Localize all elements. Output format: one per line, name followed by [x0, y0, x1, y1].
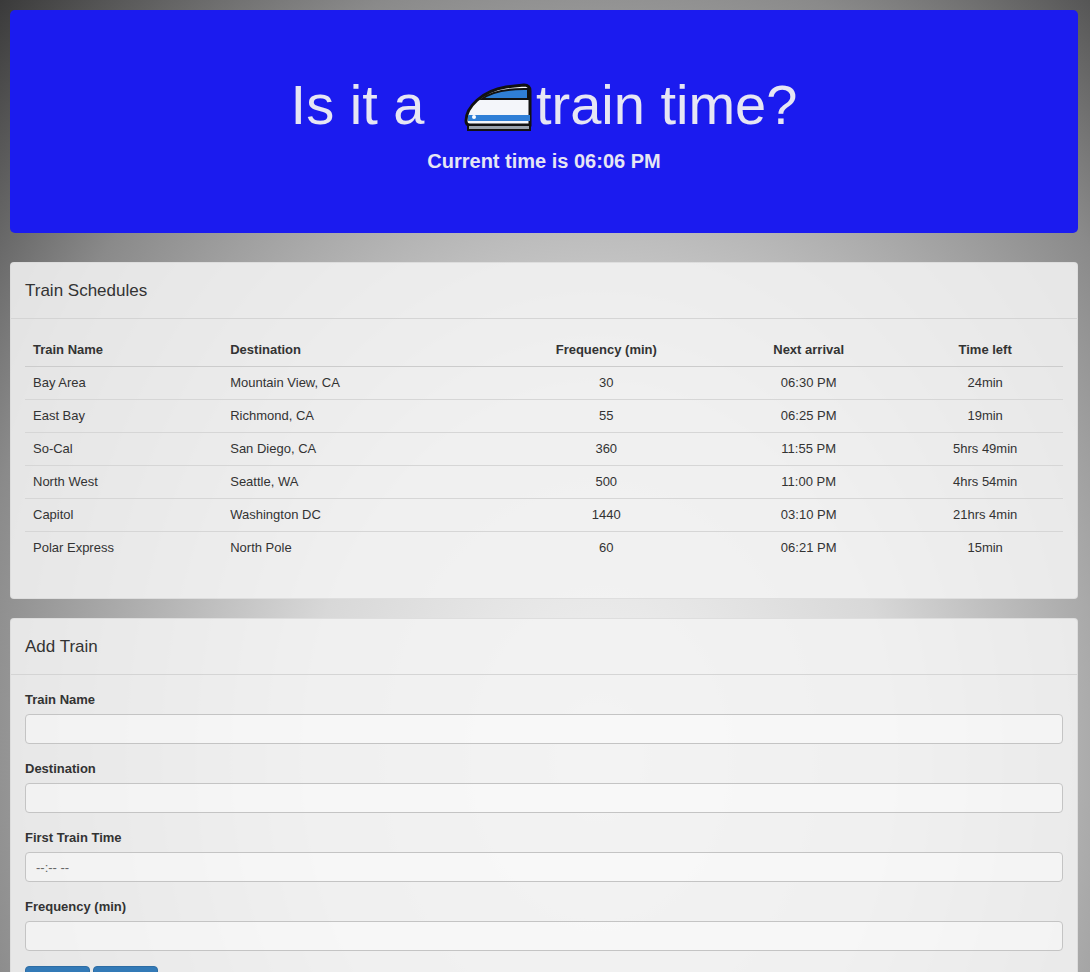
form-button[interactable] — [25, 966, 90, 972]
cell: 4hrs 54min — [907, 465, 1063, 498]
column-header: Time left — [907, 334, 1063, 366]
table-row: East BayRichmond, CA5506:25 PM19min — [25, 399, 1063, 432]
column-header: Destination — [222, 334, 502, 366]
form-field: Frequency (min) — [25, 897, 1063, 951]
table-row: Polar ExpressNorth Pole6006:21 PM15min — [25, 531, 1063, 564]
field-label: Train Name — [25, 690, 1063, 709]
cell: 30 — [502, 366, 710, 399]
cell: 06:30 PM — [710, 366, 907, 399]
table-row: Bay AreaMountain View, CA3006:30 PM24min — [25, 366, 1063, 399]
text-input[interactable] — [25, 921, 1063, 951]
cell: 19min — [907, 399, 1063, 432]
cell: Bay Area — [25, 366, 222, 399]
field-label: Frequency (min) — [25, 897, 1063, 916]
cell: 15min — [907, 531, 1063, 564]
cell: 55 — [502, 399, 710, 432]
cell: East Bay — [25, 399, 222, 432]
cell: 360 — [502, 432, 710, 465]
column-header: Train Name — [25, 334, 222, 366]
cell: Seattle, WA — [222, 465, 502, 498]
add-train-panel: Add Train Train Name Destination First Trai… — [10, 618, 1078, 972]
station-photo-background: Is it a train time? Current time is 06:06… — [0, 0, 1090, 972]
field-label: First Train Time — [25, 828, 1063, 847]
schedule-panel: Train Schedules Train NameDestinationFreq… — [10, 262, 1078, 599]
form-field: First Train Time — [25, 828, 1063, 882]
panel-heading: Train Schedules — [11, 263, 1077, 319]
cell: 03:10 PM — [710, 498, 907, 531]
form-button[interactable] — [93, 966, 158, 972]
text-input[interactable] — [25, 852, 1063, 882]
cell: North West — [25, 465, 222, 498]
cell: 11:00 PM — [710, 465, 907, 498]
title: Is it a train time? — [291, 74, 798, 136]
table-row: CapitolWashington DC144003:10 PM21hrs 4m… — [25, 498, 1063, 531]
cell: 500 — [502, 465, 710, 498]
cell: 24min — [907, 366, 1063, 399]
cell: So-Cal — [25, 432, 222, 465]
header-row: Train NameDestinationFrequency (min)Next… — [25, 334, 1063, 366]
cell: Mountain View, CA — [222, 366, 502, 399]
panel-heading: Add Train — [11, 619, 1077, 675]
column-header: Next arrival — [710, 334, 907, 366]
cell: 06:21 PM — [710, 531, 907, 564]
cell: 1440 — [502, 498, 710, 531]
cell: Polar Express — [25, 531, 222, 564]
cell: 5hrs 49min — [907, 432, 1063, 465]
table-row: So-CalSan Diego, CA36011:55 PM5hrs 49min — [25, 432, 1063, 465]
cell: Capitol — [25, 498, 222, 531]
cell: 11:55 PM — [710, 432, 907, 465]
cell: North Pole — [222, 531, 502, 564]
column-header: Frequency (min) — [502, 334, 710, 366]
text-input[interactable] — [25, 783, 1063, 813]
form-field: Train Name — [25, 690, 1063, 744]
cell: 60 — [502, 531, 710, 564]
schedule-table: Train NameDestinationFrequency (min)Next… — [25, 334, 1063, 564]
button-row — [25, 966, 1063, 972]
cell: 21hrs 4min — [907, 498, 1063, 531]
train-icon — [462, 77, 534, 133]
header: Is it a train time? Current time is 06:06… — [10, 10, 1078, 233]
field-label: Destination — [25, 759, 1063, 778]
table-row: North WestSeattle, WA50011:00 PM4hrs 54m… — [25, 465, 1063, 498]
cell: 06:25 PM — [710, 399, 907, 432]
form-field: Destination — [25, 759, 1063, 813]
cell: Richmond, CA — [222, 399, 502, 432]
text-input[interactable] — [25, 714, 1063, 744]
current-time: Current time is 06:06 PM — [427, 149, 660, 173]
cell: San Diego, CA — [222, 432, 502, 465]
cell: Washington DC — [222, 498, 502, 531]
